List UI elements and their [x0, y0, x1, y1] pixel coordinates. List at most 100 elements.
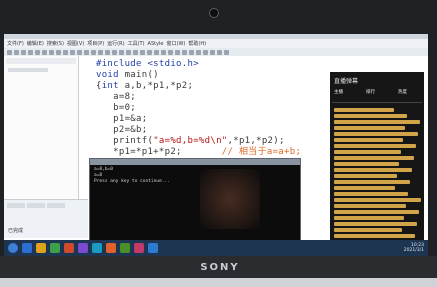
comment-line — [334, 150, 401, 154]
console-titlebar[interactable] — [90, 159, 300, 165]
console-window[interactable]: a=8,b=0 a=8 Press any key to continue... — [89, 158, 301, 246]
toolbar-button-icon[interactable] — [154, 49, 159, 55]
comment-line — [334, 222, 417, 226]
toolbar-button-icon[interactable] — [133, 49, 138, 55]
toolbar-button-icon[interactable] — [217, 49, 222, 55]
tab-streamer[interactable]: 主播 — [334, 88, 343, 98]
toolbar-button-icon[interactable] — [63, 49, 68, 55]
comment-line — [334, 228, 402, 232]
compiler-output-panel: 已完成 — [4, 199, 88, 238]
comment-line — [334, 144, 416, 148]
menu-item[interactable]: 编辑(E) — [27, 40, 44, 47]
comment-line — [334, 216, 404, 220]
project-panel — [4, 56, 79, 199]
toolbar-button-icon[interactable] — [14, 49, 19, 55]
brand-logo: SONY — [200, 262, 240, 273]
comment-line — [334, 198, 421, 202]
toolbar-button-icon[interactable] — [98, 49, 103, 55]
menu-item[interactable]: 工具(T) — [128, 40, 145, 47]
toolbar-button-icon[interactable] — [196, 49, 201, 55]
taskbar-app-icon[interactable] — [64, 243, 74, 253]
comment-line — [334, 234, 415, 238]
taskbar-app-icon[interactable] — [120, 243, 130, 253]
toolbar-button-icon[interactable] — [224, 49, 229, 55]
toolbar-button-icon[interactable] — [147, 49, 152, 55]
status-text: 已完成 — [8, 228, 24, 234]
menu-item[interactable]: 运行(R) — [107, 40, 124, 47]
toolbar-button-icon[interactable] — [70, 49, 75, 55]
toolbar-button-icon[interactable] — [7, 49, 12, 55]
ide-toolbar — [4, 48, 428, 56]
windows-taskbar — [4, 240, 428, 256]
comment-line — [334, 192, 408, 196]
output-tab[interactable] — [27, 203, 45, 208]
menu-item[interactable]: 窗口(W) — [167, 40, 186, 47]
toolbar-button-icon[interactable] — [105, 49, 110, 55]
toolbar-button-icon[interactable] — [182, 49, 187, 55]
toolbar-button-icon[interactable] — [203, 49, 208, 55]
toolbar-button-icon[interactable] — [35, 49, 40, 55]
menu-item[interactable]: 视图(V) — [67, 40, 84, 47]
taskbar-app-icon[interactable] — [78, 243, 88, 253]
tab-ranking[interactable]: 排行 — [366, 88, 375, 98]
toolbar-button-icon[interactable] — [119, 49, 124, 55]
toolbar-button-icon[interactable] — [189, 49, 194, 55]
menu-item[interactable]: 搜索(S) — [47, 40, 64, 47]
taskbar-app-icon[interactable] — [106, 243, 116, 253]
taskbar-app-icon[interactable] — [92, 243, 102, 253]
toolbar-button-icon[interactable] — [49, 49, 54, 55]
comment-line — [334, 156, 414, 160]
ide-menubar: 文件(F) 编辑(E) 搜索(S) 视图(V) 项目(P) 运行(R) 工具(T) AStyl… — [4, 39, 428, 48]
laptop-right-bezel — [428, 34, 437, 256]
code-line: void main() — [96, 70, 159, 80]
menu-item[interactable]: 项目(P) — [87, 40, 104, 47]
code-line: a=8; — [96, 92, 137, 102]
code-line: p1=&a; — [96, 114, 148, 124]
toolbar-button-icon[interactable] — [140, 49, 145, 55]
toolbar-button-icon[interactable] — [112, 49, 117, 55]
taskbar-app-icon[interactable] — [50, 243, 60, 253]
toolbar-button-icon[interactable] — [77, 49, 82, 55]
laptop-top-bezel — [0, 0, 437, 34]
toolbar-button-icon[interactable] — [84, 49, 89, 55]
start-button-icon[interactable] — [8, 243, 18, 253]
output-tab[interactable] — [47, 203, 65, 208]
toolbar-button-icon[interactable] — [42, 49, 47, 55]
live-comment-panel: 直播弹幕 主播 排行 热度 — [330, 72, 424, 248]
taskbar-app-icon[interactable] — [134, 243, 144, 253]
toolbar-button-icon[interactable] — [210, 49, 215, 55]
tab-hot[interactable]: 热度 — [398, 88, 407, 98]
toolbar-button-icon[interactable] — [175, 49, 180, 55]
toolbar-button-icon[interactable] — [168, 49, 173, 55]
comment-line — [334, 168, 412, 172]
console-output: a=8,b=0 a=8 Press any key to continue... — [94, 167, 170, 184]
system-clock: 10:23 2021/3/1 — [403, 243, 424, 253]
project-tree-item[interactable] — [8, 68, 48, 72]
taskbar-app-icon[interactable] — [36, 243, 46, 253]
code-editor[interactable]: #include <stdio.h> void main() {int a,b,*p… — [80, 56, 352, 171]
comment-line — [334, 132, 418, 136]
divider — [332, 102, 422, 103]
comment-line — [334, 174, 397, 178]
menu-item[interactable]: 帮助(H) — [188, 40, 206, 47]
toolbar-button-icon[interactable] — [126, 49, 131, 55]
output-tab[interactable] — [7, 203, 25, 208]
toolbar-button-icon[interactable] — [21, 49, 26, 55]
toolbar-button-icon[interactable] — [56, 49, 61, 55]
panel-title: 直播弹幕 — [334, 78, 359, 85]
screen-reflection — [200, 169, 260, 229]
code-line: printf("a=%d,b=%d\n",*p1,*p2); — [96, 136, 285, 146]
comment-line — [334, 180, 410, 184]
toolbar-button-icon[interactable] — [91, 49, 96, 55]
code-line: *p1=*p1+*p2; // 相当于a=a+b; — [96, 147, 302, 157]
toolbar-button-icon[interactable] — [161, 49, 166, 55]
taskbar-app-icon[interactable] — [148, 243, 158, 253]
menu-item[interactable]: 文件(F) — [7, 40, 24, 47]
comment-line — [334, 108, 394, 112]
taskbar-app-icon[interactable] — [22, 243, 32, 253]
comment-line — [334, 186, 395, 190]
toolbar-button-icon[interactable] — [28, 49, 33, 55]
project-panel-header — [6, 58, 76, 64]
menu-item[interactable]: AStyle — [148, 41, 164, 47]
comment-line — [334, 210, 419, 214]
